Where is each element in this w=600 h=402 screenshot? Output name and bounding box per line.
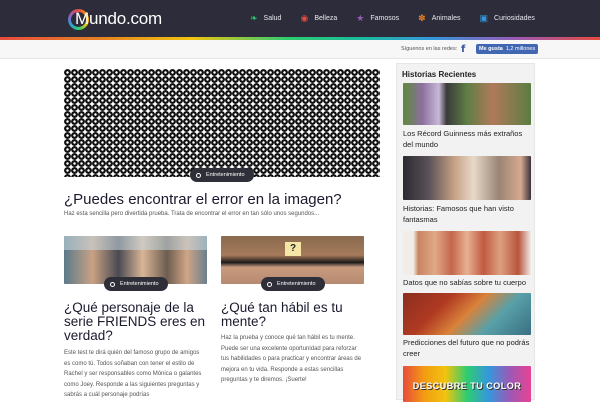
tag-label: Entretenimiento: [120, 281, 159, 287]
featured-excerpt: Haz esta sencilla pero divertida prueba.…: [64, 211, 320, 217]
story-thumbnail[interactable]: [403, 231, 531, 275]
article-title[interactable]: ¿Qué personaje de la serie FRIENDS eres …: [64, 301, 207, 343]
nav-label: Animales: [431, 15, 461, 22]
nav-item-animales[interactable]: ✽ Animales: [418, 14, 460, 23]
nav-item-curiosidades[interactable]: ▣ Curiosidades: [480, 14, 535, 23]
site-header: Mundo.com ❧ Salud ◉ Belleza ★ Famosos ✽ …: [0, 0, 600, 37]
logo-text: Mundo.com: [75, 9, 163, 28]
paw-icon: ✽: [418, 13, 426, 23]
chat-icon: ▣: [479, 13, 489, 23]
nav-label: Belleza: [314, 15, 338, 22]
main-nav: ❧ Salud ◉ Belleza ★ Famosos ✽ Animales ▣…: [250, 0, 554, 37]
nav-item-famosos[interactable]: ★ Famosos: [356, 14, 399, 23]
featured-image[interactable]: [64, 69, 380, 177]
leaf-icon: ❧: [250, 13, 258, 23]
tag-label: Entretenimiento: [206, 172, 245, 178]
nav-label: Famosos: [370, 15, 400, 22]
question-pattern: [64, 69, 380, 177]
nav-item-salud[interactable]: ❧ Salud: [250, 14, 281, 23]
facebook-like-button[interactable]: Me gusta 1,2 millones: [476, 44, 539, 54]
story-link[interactable]: Los Récord Guinness más extraños del mun…: [403, 128, 531, 150]
nav-label: Salud: [263, 15, 282, 22]
category-tag[interactable]: Entretenimiento: [261, 277, 325, 291]
tag-circle-icon: [267, 281, 272, 287]
story-thumbnail[interactable]: [403, 83, 531, 125]
facebook-icon[interactable]: f: [461, 44, 470, 55]
sidebar-title: Historias Recientes: [402, 70, 477, 79]
nav-label: Curiosidades: [494, 15, 535, 22]
tag-circle-icon: [196, 172, 201, 178]
story-thumbnail[interactable]: [403, 293, 531, 335]
story-link[interactable]: Predicciones del futuro que no podrás cr…: [403, 337, 531, 359]
fb-like-label: Me gusta: [479, 46, 503, 52]
nav-item-belleza[interactable]: ◉ Belleza: [300, 14, 337, 23]
fb-like-count: 1,2 millones: [505, 46, 536, 52]
social-bar: Síguenos en las redes: f Me gusta 1,2 mi…: [0, 40, 600, 59]
story-thumbnail[interactable]: [403, 156, 531, 200]
article-title[interactable]: ¿Qué tan hábil es tu mente?: [221, 301, 364, 329]
tag-circle-icon: [110, 281, 115, 287]
lips-icon: ◉: [300, 13, 309, 23]
story-banner[interactable]: DESCUBRE TU COLOR: [403, 366, 531, 402]
article-excerpt: Haz la prueba y conoce qué tan hábil es …: [221, 335, 362, 383]
featured-title[interactable]: ¿Puedes encontrar el error en la imagen?: [64, 191, 342, 208]
banner-text: DESCUBRE TU COLOR: [412, 381, 522, 391]
article-excerpt: Este test te dirá quién del famoso grupo…: [64, 350, 202, 398]
star-icon: ★: [356, 13, 365, 23]
story-link[interactable]: Historias: Famosos que han visto fantasm…: [403, 203, 531, 225]
category-tag[interactable]: Entretenimiento: [104, 277, 168, 291]
recent-stories-sidebar: Historias Recientes Los Récord Guinness …: [396, 63, 535, 402]
follow-text: Síguenos en las redes:: [401, 46, 458, 52]
category-tag[interactable]: Entretenimiento: [190, 168, 254, 182]
site-logo[interactable]: Mundo.com: [68, 8, 162, 30]
story-link[interactable]: Datos que no sabías sobre tu cuerpo: [403, 277, 531, 288]
tag-label: Entretenimiento: [277, 281, 316, 287]
